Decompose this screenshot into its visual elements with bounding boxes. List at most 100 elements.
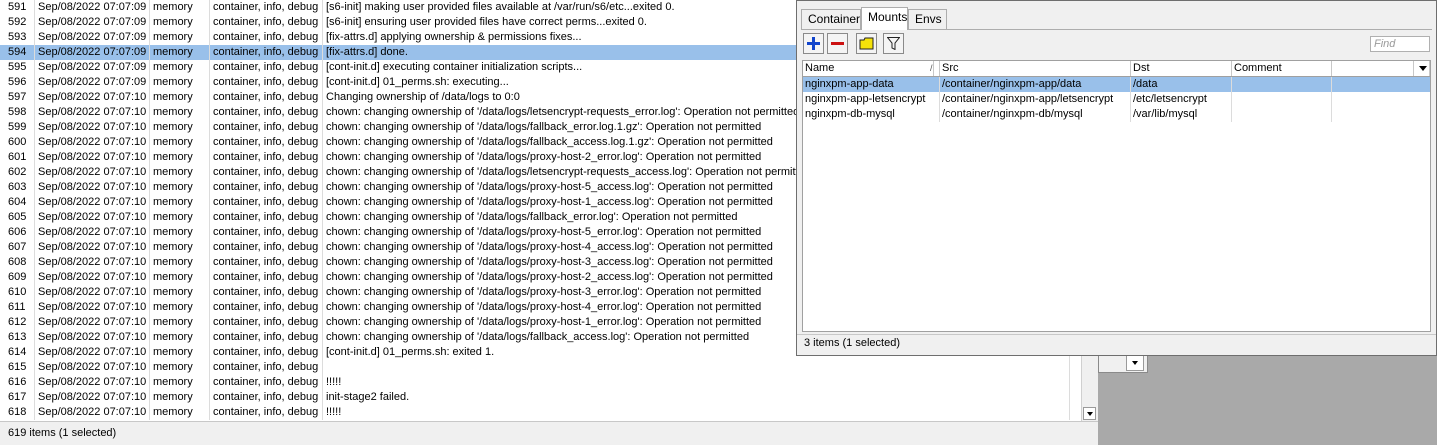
log-row-buffer: memory <box>149 45 209 60</box>
column-header-name[interactable]: Name <box>803 61 940 76</box>
column-header-empty <box>1332 61 1414 76</box>
log-row-number: 605 <box>8 211 27 223</box>
comment-icon <box>859 37 874 50</box>
log-row-time: Sep/08/2022 07:07:10 <box>34 150 149 165</box>
find-input[interactable] <box>1370 36 1430 52</box>
log-row-number: 609 <box>8 271 27 283</box>
mounts-table: Name / Src Dst Comment nginxpm-app-data /… <box>802 60 1431 332</box>
log-row-topics: container, info, debug <box>209 270 322 285</box>
log-row[interactable]: 616 Sep/08/2022 07:07:10 memory container, … <box>0 375 1081 390</box>
log-row-topics: container, info, debug <box>209 315 322 330</box>
log-row-buffer: memory <box>149 285 209 300</box>
column-menu-button[interactable] <box>1414 61 1430 76</box>
log-row-time: Sep/08/2022 07:07:10 <box>34 330 149 345</box>
log-row-number: 596 <box>8 76 27 88</box>
log-row-buffer: memory <box>149 15 209 30</box>
log-row-buffer: memory <box>149 30 209 45</box>
tab-container[interactable]: Container <box>801 9 861 29</box>
log-row-topics: container, info, debug <box>209 15 322 30</box>
column-header-comment[interactable]: Comment <box>1232 61 1332 76</box>
log-row-time: Sep/08/2022 07:07:10 <box>34 315 149 330</box>
remove-button[interactable] <box>827 33 848 54</box>
log-row-message: !!!!! <box>322 405 1070 420</box>
chevron-down-icon <box>1086 411 1093 416</box>
background-dropdown-button[interactable] <box>1126 355 1144 371</box>
log-row-time: Sep/08/2022 07:07:10 <box>34 210 149 225</box>
log-row-time: Sep/08/2022 07:07:09 <box>34 30 149 45</box>
log-row-time: Sep/08/2022 07:07:10 <box>34 135 149 150</box>
mount-src: /container/nginxpm-app/data <box>940 77 1131 92</box>
log-row-buffer: memory <box>149 75 209 90</box>
log-row-number: 606 <box>8 226 27 238</box>
log-row-buffer: memory <box>149 240 209 255</box>
log-row-buffer: memory <box>149 210 209 225</box>
minus-icon <box>831 42 844 45</box>
column-header-src[interactable]: Src <box>940 61 1131 76</box>
log-row-buffer: memory <box>149 225 209 240</box>
mount-row[interactable]: nginxpm-app-letsencrypt/container/nginxp… <box>803 92 1430 107</box>
log-row-time: Sep/08/2022 07:07:10 <box>34 390 149 405</box>
mount-name: nginxpm-db-mysql <box>803 107 940 122</box>
log-row-number: 616 <box>8 376 27 388</box>
mounts-status-bar: 3 items (1 selected) <box>797 334 1436 355</box>
log-row-time: Sep/08/2022 07:07:10 <box>34 375 149 390</box>
log-row-buffer: memory <box>149 195 209 210</box>
log-row-buffer: memory <box>149 165 209 180</box>
log-row-number: 593 <box>8 31 27 43</box>
mount-comment <box>1232 77 1332 92</box>
log-row-number: 591 <box>8 1 27 13</box>
log-row[interactable]: 617 Sep/08/2022 07:07:10 memory container, … <box>0 390 1081 405</box>
log-row-time: Sep/08/2022 07:07:09 <box>34 60 149 75</box>
mount-name: nginxpm-app-letsencrypt <box>803 92 940 107</box>
column-header-dst[interactable]: Dst <box>1131 61 1232 76</box>
log-row-topics: container, info, debug <box>209 120 322 135</box>
log-row-topics: container, info, debug <box>209 180 322 195</box>
log-row-buffer: memory <box>149 390 209 405</box>
log-row-time: Sep/08/2022 07:07:10 <box>34 165 149 180</box>
log-row-time: Sep/08/2022 07:07:09 <box>34 75 149 90</box>
log-row-buffer: memory <box>149 300 209 315</box>
log-row-topics: container, info, debug <box>209 105 322 120</box>
scroll-down-button[interactable] <box>1083 407 1096 420</box>
mount-row[interactable]: nginxpm-db-mysql/container/nginxpm-db/my… <box>803 107 1430 122</box>
log-row-number: 610 <box>8 286 27 298</box>
comment-button[interactable] <box>856 33 877 54</box>
log-row-topics: container, info, debug <box>209 240 322 255</box>
log-row[interactable]: 615 Sep/08/2022 07:07:10 memory container, … <box>0 360 1081 375</box>
tab-mounts[interactable]: Mounts <box>861 7 908 30</box>
log-row-number: 617 <box>8 391 27 403</box>
log-row-number: 611 <box>8 301 26 313</box>
log-row-time: Sep/08/2022 07:07:09 <box>34 45 149 60</box>
log-row-time: Sep/08/2022 07:07:10 <box>34 270 149 285</box>
add-button[interactable] <box>803 33 824 54</box>
mounts-table-header: Name / Src Dst Comment <box>803 61 1430 77</box>
log-row-topics: container, info, debug <box>209 405 322 420</box>
log-row-time: Sep/08/2022 07:07:10 <box>34 240 149 255</box>
filter-button[interactable] <box>883 33 904 54</box>
mount-dst: /etc/letsencrypt <box>1131 92 1232 107</box>
filter-icon <box>887 37 900 50</box>
log-row-topics: container, info, debug <box>209 285 322 300</box>
log-row-number: 592 <box>8 16 27 28</box>
log-row-number: 608 <box>8 256 27 268</box>
log-row-buffer: memory <box>149 120 209 135</box>
log-row-number: 612 <box>8 316 27 328</box>
log-row-topics: container, info, debug <box>209 360 322 375</box>
log-row[interactable]: 618 Sep/08/2022 07:07:10 memory container, … <box>0 405 1081 420</box>
log-row-topics: container, info, debug <box>209 90 322 105</box>
log-row-topics: container, info, debug <box>209 330 322 345</box>
log-row-buffer: memory <box>149 0 209 15</box>
log-row-time: Sep/08/2022 07:07:10 <box>34 285 149 300</box>
mount-src: /container/nginxpm-db/mysql <box>940 107 1131 122</box>
log-row-buffer: memory <box>149 315 209 330</box>
mount-comment <box>1232 107 1332 122</box>
log-row-topics: container, info, debug <box>209 375 322 390</box>
log-row-buffer: memory <box>149 255 209 270</box>
log-row-time: Sep/08/2022 07:07:10 <box>34 300 149 315</box>
log-row-time: Sep/08/2022 07:07:10 <box>34 195 149 210</box>
tab-envs[interactable]: Envs <box>908 9 947 29</box>
log-row-time: Sep/08/2022 07:07:10 <box>34 105 149 120</box>
mount-row[interactable]: nginxpm-app-data/container/nginxpm-app/d… <box>803 77 1430 92</box>
mount-comment <box>1232 92 1332 107</box>
log-row-topics: container, info, debug <box>209 75 322 90</box>
